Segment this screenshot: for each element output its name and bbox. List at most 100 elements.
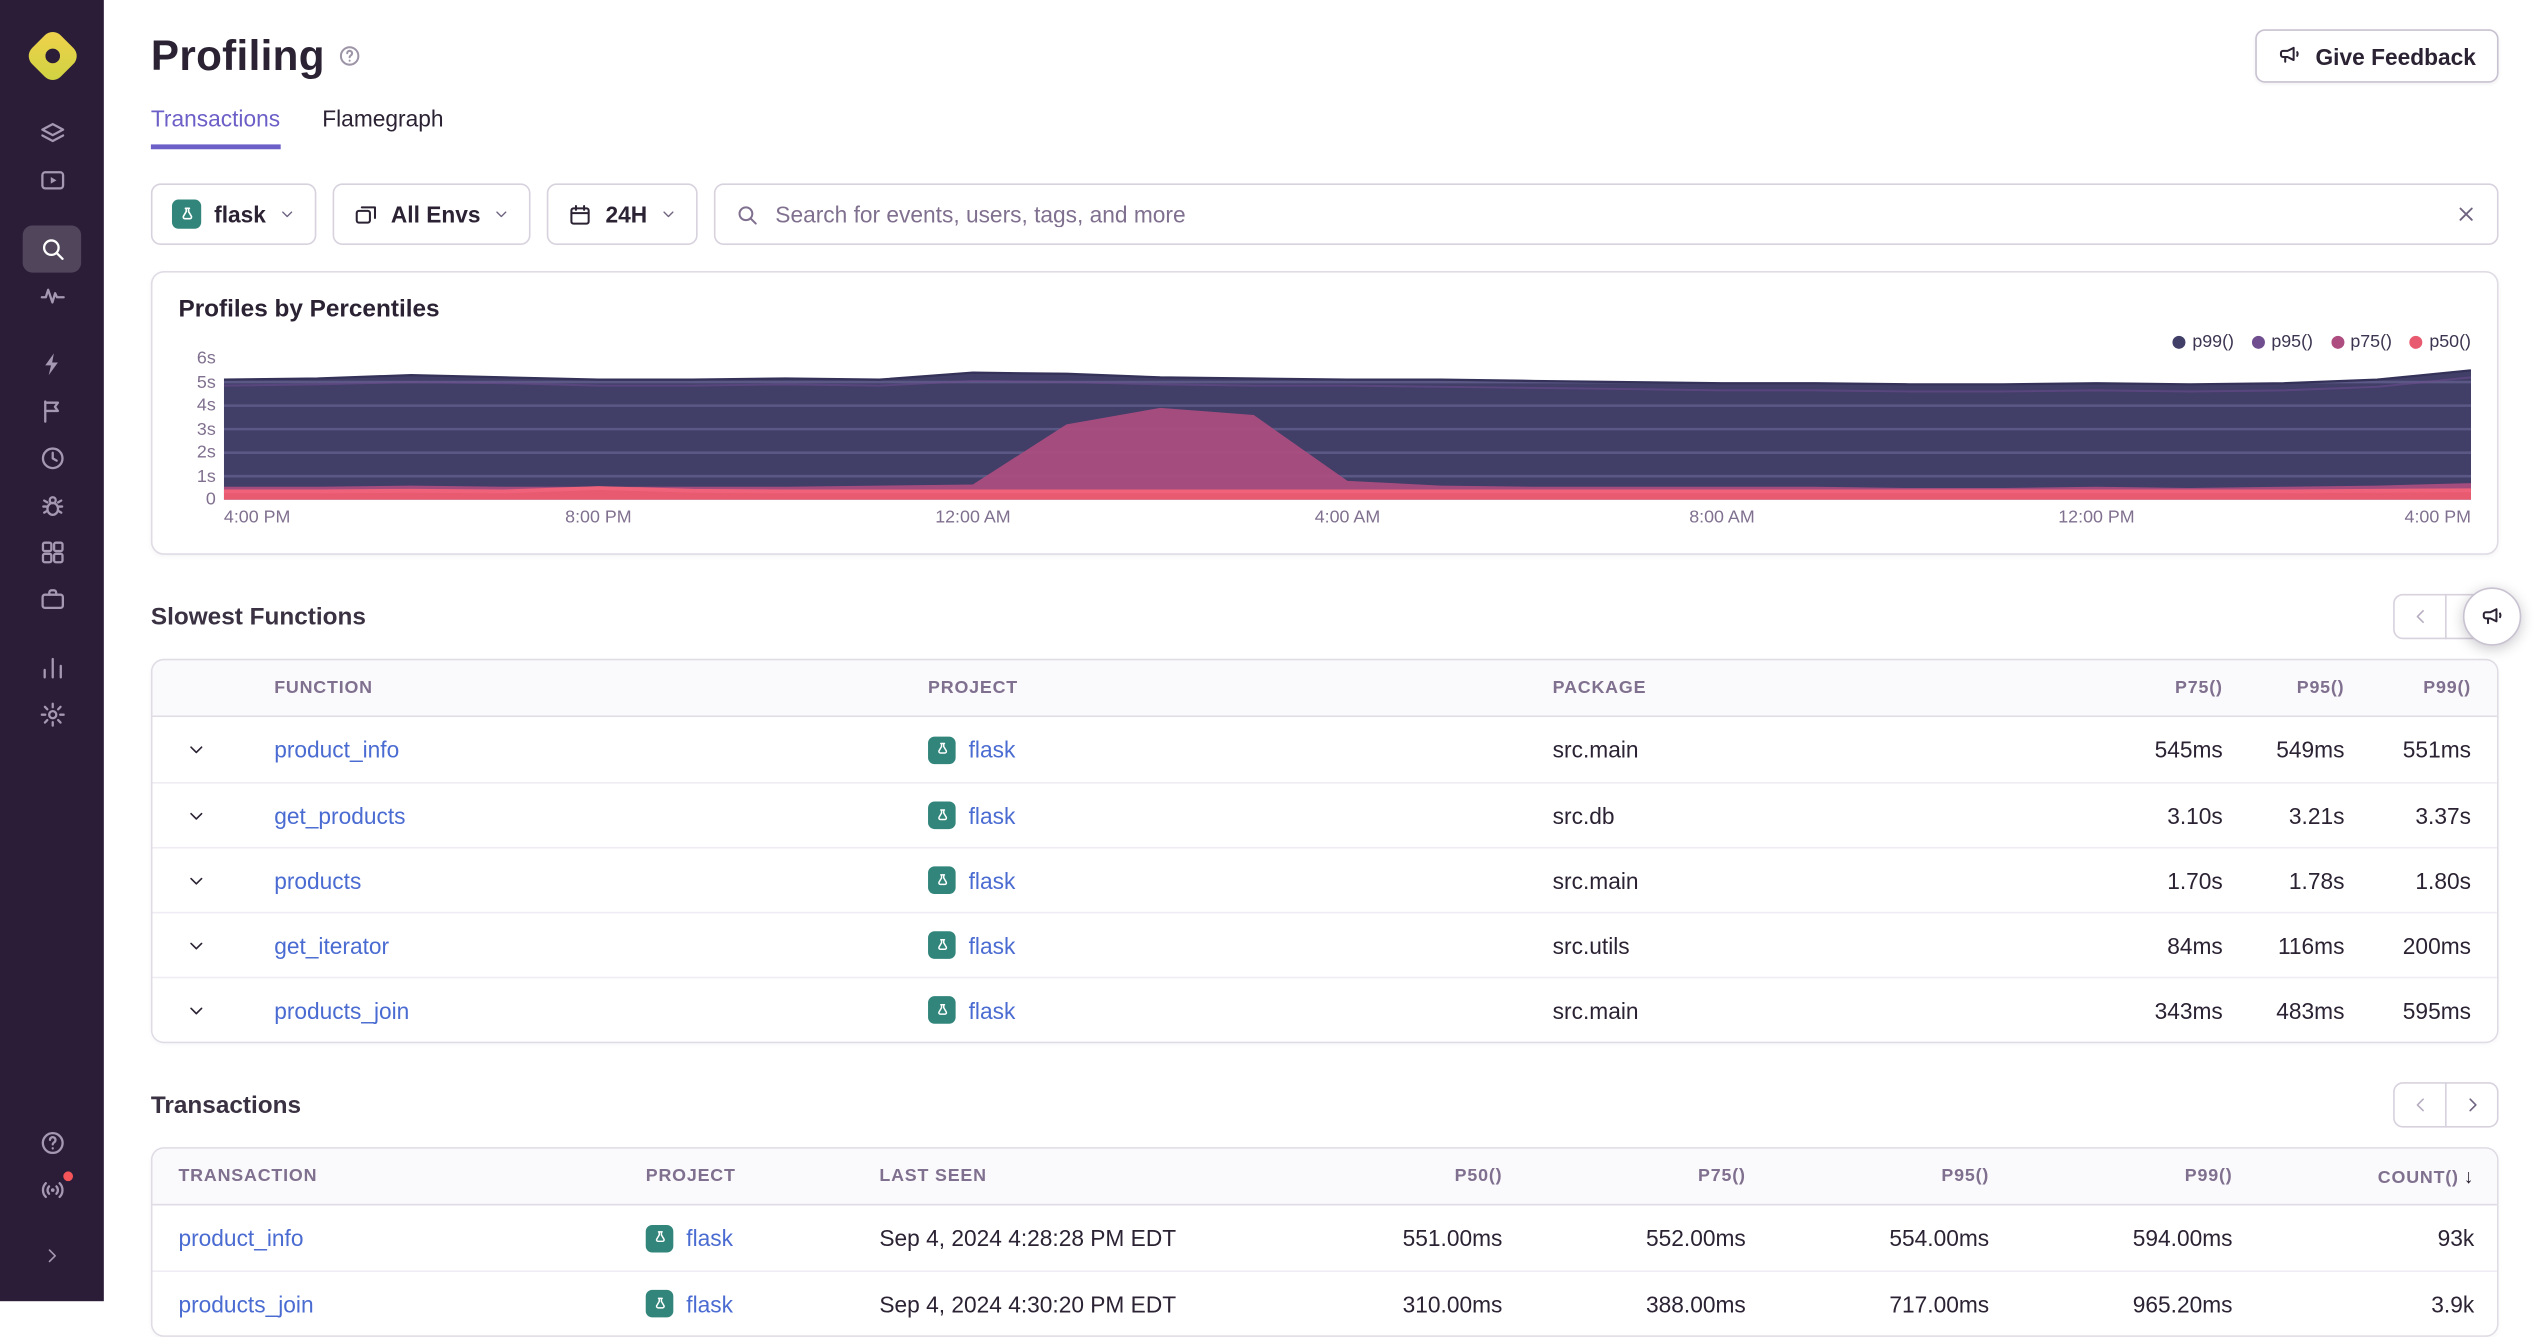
- legend-item[interactable]: p95(): [2251, 333, 2313, 352]
- p99-value: 965.20ms: [2132, 1290, 2233, 1317]
- help-icon[interactable]: [338, 44, 362, 68]
- chevron-down-icon: [187, 806, 206, 825]
- page-title: Profiling: [150, 30, 325, 80]
- expand-row-button[interactable]: [153, 806, 275, 825]
- search-input[interactable]: [775, 201, 2439, 228]
- sidebar-item-feedback[interactable]: [23, 388, 81, 435]
- legend-dot: [2172, 335, 2186, 349]
- y-axis-tick: 4s: [196, 395, 216, 416]
- table-row: get_iterator flask src.utils 84ms 116ms …: [152, 911, 2497, 977]
- flask-project-icon: [645, 1289, 674, 1318]
- expand-row-button[interactable]: [153, 935, 275, 954]
- sidebar-item-whats-new[interactable]: [23, 1167, 81, 1214]
- expand-row-button[interactable]: [153, 1000, 275, 1019]
- transactions-title: Transactions: [150, 1091, 302, 1119]
- slowest-functions-header: Slowest Functions: [151, 593, 2499, 640]
- sidebar-item-projects[interactable]: [23, 576, 81, 623]
- function-link[interactable]: product_info: [274, 737, 399, 763]
- function-link[interactable]: get_products: [274, 802, 405, 828]
- flask-project-icon: [928, 931, 956, 959]
- area-chart: [223, 369, 2471, 500]
- flask-project-icon: [928, 801, 956, 830]
- p95-value: 3.21s: [2288, 802, 2345, 829]
- sidebar: [0, 0, 104, 1302]
- project-link[interactable]: flask: [686, 1291, 733, 1317]
- clear-search-icon[interactable]: [2455, 203, 2478, 226]
- transaction-link[interactable]: product_info: [178, 1225, 303, 1251]
- legend-dot: [2330, 335, 2344, 349]
- project-link[interactable]: flask: [969, 802, 1016, 828]
- legend-item[interactable]: p75(): [2330, 333, 2392, 352]
- x-axis-tick: 4:00 PM: [223, 507, 291, 528]
- x-axis: 4:00 PM 8:00 PM 12:00 AM 4:00 AM 8:00 AM 12:0…: [224, 508, 2471, 537]
- p95-value: 483ms: [2276, 996, 2345, 1023]
- p99-value: 594.00ms: [2132, 1224, 2233, 1251]
- previous-page-button[interactable]: [2393, 593, 2447, 640]
- date-range-selector[interactable]: 24H: [547, 183, 698, 245]
- project-link[interactable]: flask: [969, 867, 1016, 893]
- previous-page-button[interactable]: [2393, 1082, 2447, 1128]
- function-link[interactable]: get_iterator: [274, 932, 389, 958]
- column-count[interactable]: COUNT() ↓: [2232, 1165, 2474, 1188]
- legend-item[interactable]: p50(): [2409, 332, 2471, 353]
- y-axis-tick: 2s: [196, 442, 216, 463]
- floating-feedback-button[interactable]: [2462, 587, 2522, 646]
- tab-flamegraph[interactable]: Flamegraph: [322, 105, 443, 149]
- give-feedback-button[interactable]: Give Feedback: [2255, 29, 2499, 83]
- transaction-link[interactable]: products_join: [178, 1291, 313, 1317]
- table-row: product_info flask Sep 4, 2024 4:28:28 P…: [152, 1205, 2497, 1271]
- expand-row-button[interactable]: [153, 740, 275, 759]
- flask-project-icon: [171, 199, 202, 229]
- environment-selector[interactable]: All Envs: [332, 183, 531, 245]
- p99-value: 595ms: [2402, 996, 2471, 1023]
- y-axis-tick: 6s: [196, 348, 216, 369]
- column-p75: P75(): [2175, 678, 2223, 698]
- function-link[interactable]: products_join: [274, 997, 409, 1023]
- sidebar-item-debug[interactable]: [23, 482, 81, 529]
- legend-item[interactable]: p99(): [2172, 333, 2234, 352]
- column-function: FUNCTION: [274, 678, 373, 698]
- transactions-pagination: [2393, 1082, 2499, 1128]
- sidebar-item-alerts[interactable]: [23, 341, 81, 388]
- legend-label: p50(): [2429, 332, 2471, 353]
- p95-value: 1.78s: [2288, 867, 2345, 894]
- package-cell: src.utils: [1552, 932, 1630, 959]
- sidebar-item-explore[interactable]: [23, 157, 81, 204]
- chevron-left-icon: [2410, 607, 2429, 626]
- broadcast-icon: [38, 1176, 66, 1204]
- sidebar-collapse-button[interactable]: [23, 1236, 81, 1275]
- sidebar-item-search[interactable]: [22, 225, 82, 273]
- project-link[interactable]: flask: [969, 932, 1016, 958]
- give-feedback-label: Give Feedback: [2315, 42, 2476, 69]
- column-project: PROJECT: [645, 1166, 736, 1187]
- sidebar-item-dashboards[interactable]: [23, 529, 81, 576]
- search-icon: [38, 235, 66, 263]
- project-link[interactable]: flask: [969, 737, 1016, 763]
- next-page-button[interactable]: [2445, 1082, 2499, 1128]
- project-link[interactable]: flask: [686, 1225, 733, 1251]
- sidebar-item-traces[interactable]: [23, 273, 81, 320]
- x-axis-tick: 12:00 AM: [935, 507, 1011, 528]
- tab-transactions[interactable]: Transactions: [150, 105, 281, 150]
- chevron-down-icon: [279, 206, 295, 222]
- sidebar-item-help[interactable]: [23, 1119, 81, 1166]
- sidebar-item-settings[interactable]: [23, 691, 81, 738]
- layers-icon: [38, 120, 66, 148]
- expand-row-button[interactable]: [153, 870, 275, 889]
- sentry-logo[interactable]: [23, 23, 81, 88]
- sidebar-item-stats[interactable]: [23, 644, 81, 691]
- waveform-icon: [38, 282, 66, 310]
- y-axis-tick: 3s: [196, 419, 216, 439]
- sidebar-item-crons[interactable]: [23, 435, 81, 482]
- project-link[interactable]: flask: [969, 997, 1016, 1023]
- project-selector[interactable]: flask: [150, 183, 317, 245]
- windows-icon: [354, 202, 378, 226]
- sidebar-item-issues[interactable]: [23, 110, 81, 157]
- chevron-right-icon: [2462, 1095, 2481, 1114]
- function-link[interactable]: products: [274, 867, 361, 893]
- x-axis-tick: 8:00 AM: [1689, 507, 1755, 528]
- column-last-seen: LAST SEEN: [879, 1166, 987, 1187]
- chevron-down-icon: [494, 206, 510, 222]
- p75-value: 343ms: [2154, 996, 2223, 1023]
- notification-badge: [61, 1169, 75, 1183]
